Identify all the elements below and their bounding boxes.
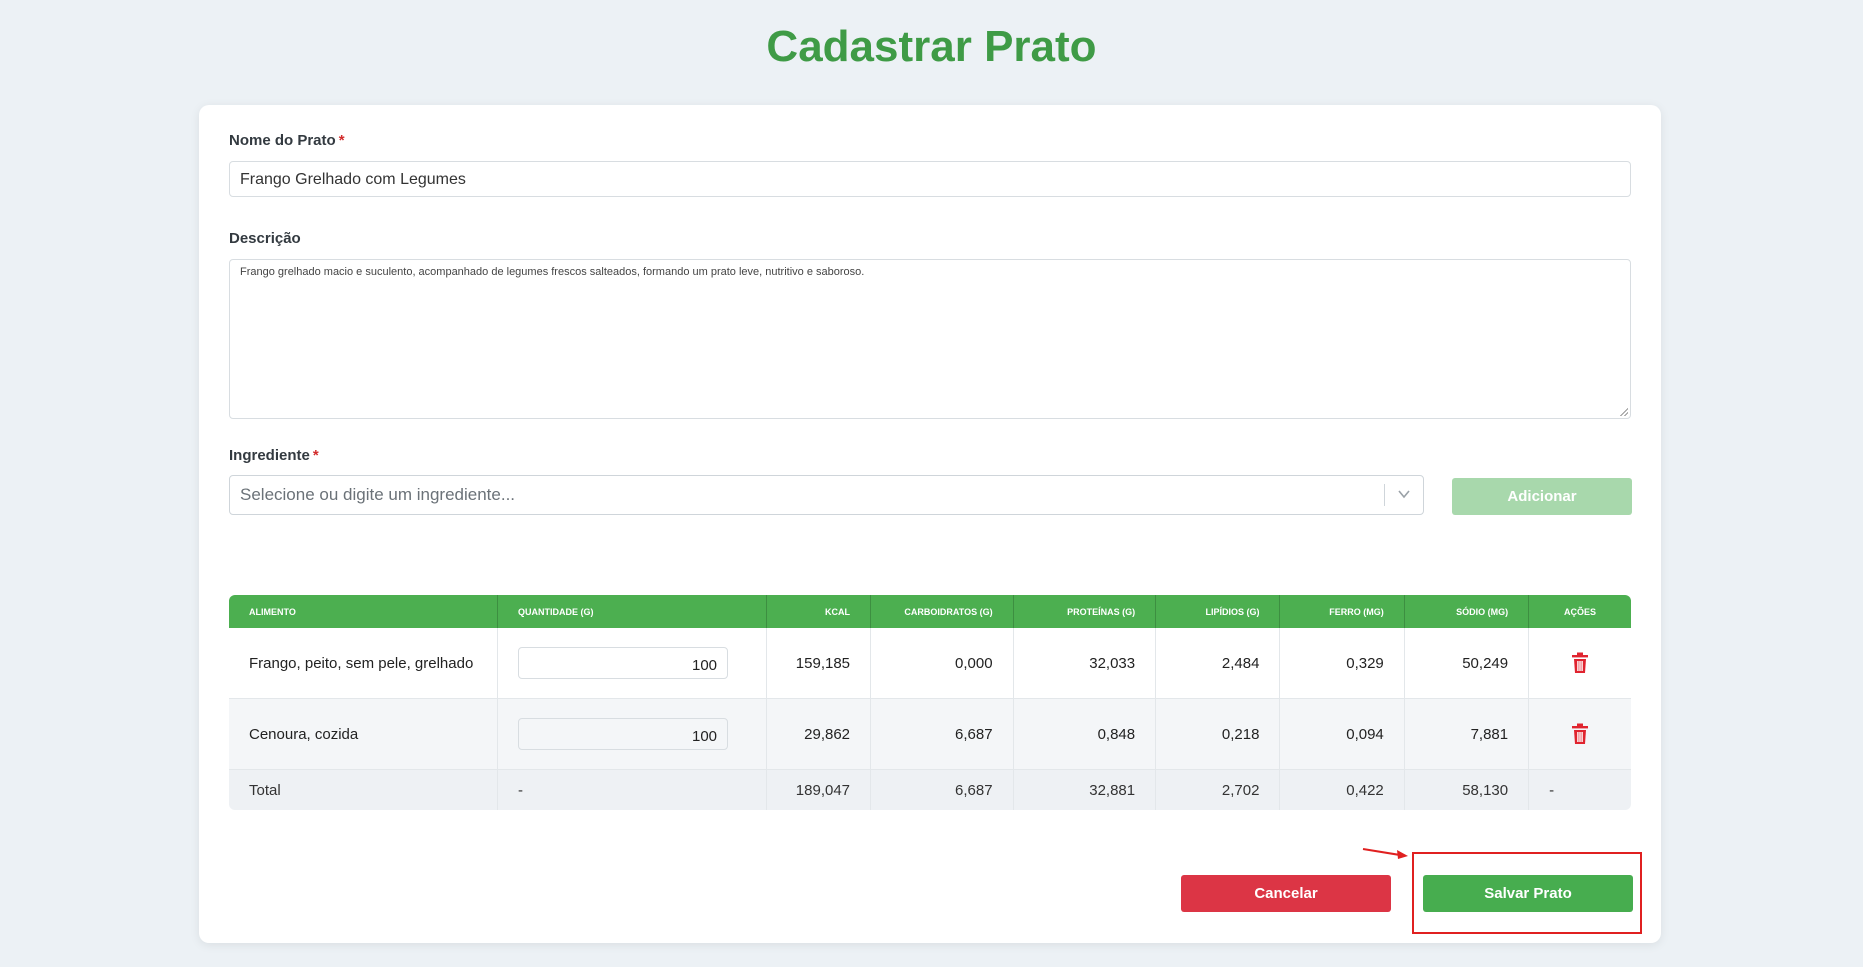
col-header-actions: Ações bbox=[1529, 595, 1631, 628]
total-iron-cell: 0,422 bbox=[1280, 770, 1405, 810]
carbs-cell: 0,000 bbox=[871, 628, 1014, 699]
dish-name-label-text: Nome do Prato bbox=[229, 132, 336, 149]
table-header-row: Alimento Quantidade (g) Kcal Carboidrato… bbox=[229, 595, 1631, 628]
col-header-food: Alimento bbox=[229, 595, 499, 628]
total-kcal-cell: 189,047 bbox=[767, 770, 872, 810]
col-header-quantity: Quantidade (g) bbox=[498, 595, 768, 628]
ingredient-select-placeholder: Selecione ou digite um ingrediente... bbox=[240, 485, 516, 504]
ingredient-label-text: Ingrediente bbox=[229, 447, 310, 464]
trash-icon[interactable] bbox=[1571, 652, 1589, 674]
col-header-sodium: Sódio (mg) bbox=[1404, 595, 1530, 628]
sodium-cell: 7,881 bbox=[1404, 699, 1530, 770]
iron-cell: 0,094 bbox=[1280, 699, 1405, 770]
protein-cell: 0,848 bbox=[1013, 699, 1157, 770]
ingredient-label: Ingrediente * bbox=[229, 447, 319, 464]
col-header-iron: Ferro (mg) bbox=[1280, 595, 1405, 628]
required-marker: * bbox=[312, 447, 319, 464]
col-header-lipids: Lipídios (g) bbox=[1156, 595, 1281, 628]
col-header-carbs: Carboidratos (g) bbox=[871, 595, 1014, 628]
required-marker: * bbox=[338, 132, 345, 149]
trash-icon[interactable] bbox=[1571, 723, 1589, 745]
annotation-arrow-icon bbox=[1362, 848, 1408, 859]
protein-cell: 32,033 bbox=[1013, 628, 1157, 699]
total-sodium-cell: 58,130 bbox=[1404, 770, 1530, 810]
annotation-highlight-box bbox=[1412, 852, 1642, 934]
table-row: Cenoura, cozida 100 29,862 6,687 0,848 0… bbox=[229, 699, 1631, 770]
dish-name-label: Nome do Prato * bbox=[229, 132, 345, 149]
kcal-cell: 159,185 bbox=[767, 628, 872, 699]
cancel-button[interactable]: Cancelar bbox=[1181, 875, 1391, 912]
add-ingredient-button[interactable]: Adicionar bbox=[1452, 478, 1632, 515]
description-label: Descrição bbox=[229, 230, 301, 247]
ingredient-select[interactable]: Selecione ou digite um ingrediente... bbox=[229, 475, 1424, 515]
page-title: Cadastrar Prato bbox=[766, 22, 1097, 71]
ingredients-table: Alimento Quantidade (g) Kcal Carboidrato… bbox=[229, 595, 1631, 810]
quantity-input[interactable]: 100 bbox=[518, 718, 729, 750]
col-header-protein: Proteínas (g) bbox=[1013, 595, 1157, 628]
quantity-input[interactable]: 100 bbox=[518, 647, 729, 679]
actions-cell bbox=[1529, 699, 1631, 770]
dish-form-card: Nome do Prato * Frango Grelhado com Legum… bbox=[199, 105, 1661, 943]
carbs-cell: 6,687 bbox=[871, 699, 1014, 770]
lipids-cell: 2,484 bbox=[1156, 628, 1281, 699]
sodium-cell: 50,249 bbox=[1404, 628, 1530, 699]
food-cell: Frango, peito, sem pele, grelhado bbox=[229, 628, 499, 699]
col-header-kcal: Kcal bbox=[767, 595, 872, 628]
select-separator bbox=[1384, 484, 1385, 506]
description-textarea[interactable]: Frango grelhado macio e suculento, acomp… bbox=[229, 259, 1631, 419]
total-label-cell: Total bbox=[229, 770, 499, 810]
total-carbs-cell: 6,687 bbox=[871, 770, 1014, 810]
food-cell: Cenoura, cozida bbox=[229, 699, 499, 770]
resize-grip-icon[interactable] bbox=[1620, 408, 1628, 416]
quantity-cell: 100 bbox=[498, 628, 768, 699]
table-total-row: Total - 189,047 6,687 32,881 2,702 0,422… bbox=[229, 770, 1631, 810]
total-protein-cell: 32,881 bbox=[1013, 770, 1157, 810]
total-lipids-cell: 2,702 bbox=[1156, 770, 1281, 810]
table-row: Frango, peito, sem pele, grelhado 100 15… bbox=[229, 628, 1631, 699]
lipids-cell: 0,218 bbox=[1156, 699, 1281, 770]
iron-cell: 0,329 bbox=[1280, 628, 1405, 699]
kcal-cell: 29,862 bbox=[767, 699, 872, 770]
dish-name-input[interactable]: Frango Grelhado com Legumes bbox=[229, 161, 1631, 197]
total-actions-cell: - bbox=[1529, 770, 1631, 810]
description-text: Frango grelhado macio e suculento, acomp… bbox=[240, 266, 865, 278]
total-quantity-cell: - bbox=[498, 770, 768, 810]
chevron-down-icon[interactable] bbox=[1397, 487, 1411, 501]
actions-cell bbox=[1529, 628, 1631, 699]
quantity-cell: 100 bbox=[498, 699, 768, 770]
